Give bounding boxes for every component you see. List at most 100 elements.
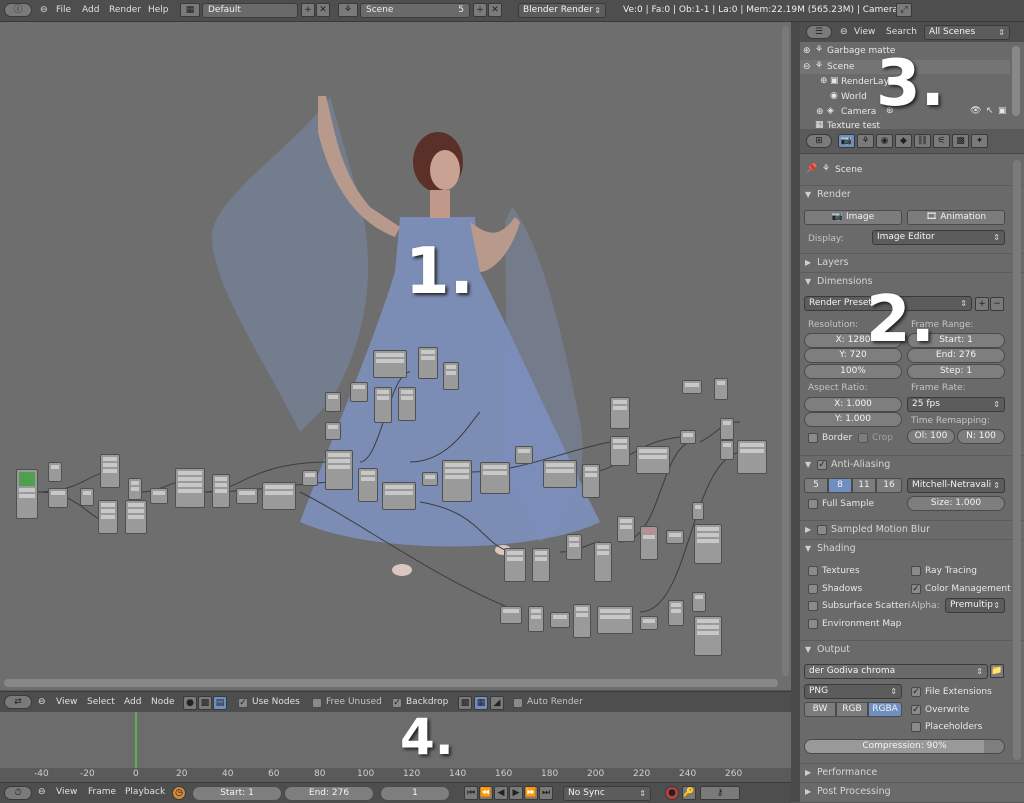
auto-render-checkbox[interactable] xyxy=(513,698,523,708)
use-nodes-checkbox[interactable]: ✓ xyxy=(238,698,248,708)
editor-type-icon[interactable]: ☰ xyxy=(806,25,832,39)
current-frame-field[interactable]: 1 xyxy=(380,786,450,801)
node-box[interactable] xyxy=(422,472,438,486)
node-box[interactable] xyxy=(573,604,591,638)
render-panel-header[interactable]: ▼ Render xyxy=(800,185,1024,203)
constraints-tab-icon[interactable]: ⛓ xyxy=(914,134,931,148)
motion-blur-checkbox[interactable] xyxy=(817,524,827,535)
render-engine-dropdown[interactable]: Blender Render xyxy=(518,3,606,18)
menu-file[interactable]: File xyxy=(56,5,71,15)
backdrop-alpha-icon[interactable]: ▦ xyxy=(474,696,488,710)
node-box[interactable] xyxy=(443,362,459,390)
file-format-dropdown[interactable]: PNG xyxy=(804,684,902,699)
node-editor-vscrollbar[interactable] xyxy=(782,26,789,676)
expand-icon[interactable]: ⊕ xyxy=(820,76,828,86)
node-box[interactable] xyxy=(398,387,416,421)
time-remap-new-field[interactable]: N: 100 xyxy=(957,429,1005,444)
keyframe-set-icon[interactable]: ⚷ xyxy=(700,786,740,800)
jump-start-icon[interactable]: ⏮ xyxy=(464,786,478,800)
display-dropdown[interactable]: Image Editor xyxy=(872,230,1005,245)
visibility-eye-icon[interactable]: 👁 xyxy=(970,106,981,116)
remove-screen-icon[interactable]: ✕ xyxy=(316,3,330,17)
collapse-menu-icon[interactable]: ⊖ xyxy=(38,787,46,797)
node-box[interactable] xyxy=(358,468,378,502)
node-box[interactable] xyxy=(48,462,62,482)
editor-type-icon[interactable]: ⓘ xyxy=(4,3,32,17)
particles-tab-icon[interactable]: ✦ xyxy=(971,134,988,148)
node-box[interactable] xyxy=(80,488,94,506)
node-box[interactable] xyxy=(48,488,68,508)
node-box[interactable] xyxy=(175,468,205,508)
placeholders-checkbox[interactable] xyxy=(911,722,921,732)
color-mode-rgba[interactable]: RGBA xyxy=(868,702,902,717)
node-box[interactable] xyxy=(325,450,353,490)
shader-nodes-icon[interactable]: ● xyxy=(183,696,197,710)
scene-tab-icon[interactable]: ⚘ xyxy=(857,134,874,148)
menu-frame[interactable]: Frame xyxy=(88,787,116,797)
node-box[interactable] xyxy=(150,488,168,504)
menu-playback[interactable]: Playback xyxy=(125,787,165,797)
node-box[interactable] xyxy=(692,592,706,612)
aa-samples-5[interactable]: 5 xyxy=(804,478,828,493)
menu-view[interactable]: View xyxy=(854,27,875,37)
sync-dropdown[interactable]: No Sync xyxy=(563,786,651,801)
remove-scene-icon[interactable]: ✕ xyxy=(488,3,502,17)
color-mode-bw[interactable]: BW xyxy=(804,702,836,717)
node-box[interactable] xyxy=(550,612,570,628)
collapse-menu-icon[interactable]: ⊖ xyxy=(840,27,848,37)
preview-range-icon[interactable]: ◷ xyxy=(172,786,186,800)
node-box[interactable] xyxy=(16,469,38,519)
node-box[interactable] xyxy=(262,482,296,510)
node-box[interactable] xyxy=(350,382,368,402)
antialiasing-panel-header[interactable]: ▼ ✓ Anti-Aliasing xyxy=(800,455,1024,473)
node-box[interactable] xyxy=(640,616,658,630)
render-tab-icon[interactable]: 📷 xyxy=(838,134,855,148)
editor-type-icon[interactable]: ⏱ xyxy=(4,786,32,800)
node-box[interactable] xyxy=(528,606,544,632)
crop-checkbox[interactable] xyxy=(858,433,868,443)
alpha-dropdown[interactable]: Premultip xyxy=(945,598,1005,613)
motion-blur-panel-header[interactable]: ▶ Sampled Motion Blur xyxy=(800,520,1024,538)
render-image-button[interactable]: 📷 Image xyxy=(804,210,902,225)
node-box[interactable] xyxy=(418,347,438,379)
file-extensions-checkbox[interactable]: ✓ xyxy=(911,687,921,697)
editor-type-icon[interactable]: ⊞ xyxy=(806,134,832,148)
add-scene-icon[interactable]: + xyxy=(473,3,487,17)
node-box[interactable] xyxy=(532,548,550,582)
aa-samples-8[interactable]: 8 xyxy=(828,478,852,493)
screen-layout-field[interactable]: Default xyxy=(202,3,298,18)
node-box[interactable] xyxy=(692,502,704,520)
antialiasing-checkbox[interactable]: ✓ xyxy=(817,459,827,470)
current-frame-cursor[interactable] xyxy=(135,712,137,768)
outliner-item[interactable]: World xyxy=(841,92,867,102)
object-data-tab-icon[interactable]: ⚟ xyxy=(933,134,950,148)
compositing-nodes-icon[interactable]: ▤ xyxy=(213,696,227,710)
post-processing-panel-header[interactable]: ▶ Post Processing xyxy=(800,782,1024,800)
node-box[interactable] xyxy=(682,380,702,394)
ray-tracing-checkbox[interactable] xyxy=(911,566,921,576)
backdrop-channels-icon[interactable]: ▩ xyxy=(458,696,472,710)
properties-scrollbar[interactable] xyxy=(1013,160,1021,760)
node-box[interactable] xyxy=(212,474,230,508)
color-management-checkbox[interactable]: ✓ xyxy=(911,584,921,594)
node-box[interactable] xyxy=(666,530,684,544)
shadows-checkbox[interactable] xyxy=(808,584,818,594)
node-box[interactable] xyxy=(640,526,658,560)
time-remap-old-field[interactable]: Ol: 100 xyxy=(907,429,955,444)
remove-preset-icon[interactable]: − xyxy=(990,297,1004,311)
aspect-x-field[interactable]: X: 1.000 xyxy=(804,397,902,412)
node-box[interactable] xyxy=(480,462,510,494)
node-box[interactable] xyxy=(610,436,630,466)
fullscreen-icon[interactable]: ⤢ xyxy=(896,3,912,17)
border-checkbox[interactable] xyxy=(808,433,818,443)
editor-type-icon[interactable]: ⇄ xyxy=(4,695,32,709)
full-sample-checkbox[interactable] xyxy=(808,499,818,509)
node-box[interactable] xyxy=(373,350,407,378)
backdrop-checkbox[interactable]: ✓ xyxy=(392,698,402,708)
menu-render[interactable]: Render xyxy=(109,5,141,15)
play-reverse-icon[interactable]: ◀ xyxy=(494,786,508,800)
node-box[interactable] xyxy=(442,460,472,502)
add-preset-icon[interactable]: + xyxy=(975,297,989,311)
menu-add[interactable]: Add xyxy=(82,5,99,15)
outliner-item[interactable]: Camera xyxy=(841,107,876,117)
